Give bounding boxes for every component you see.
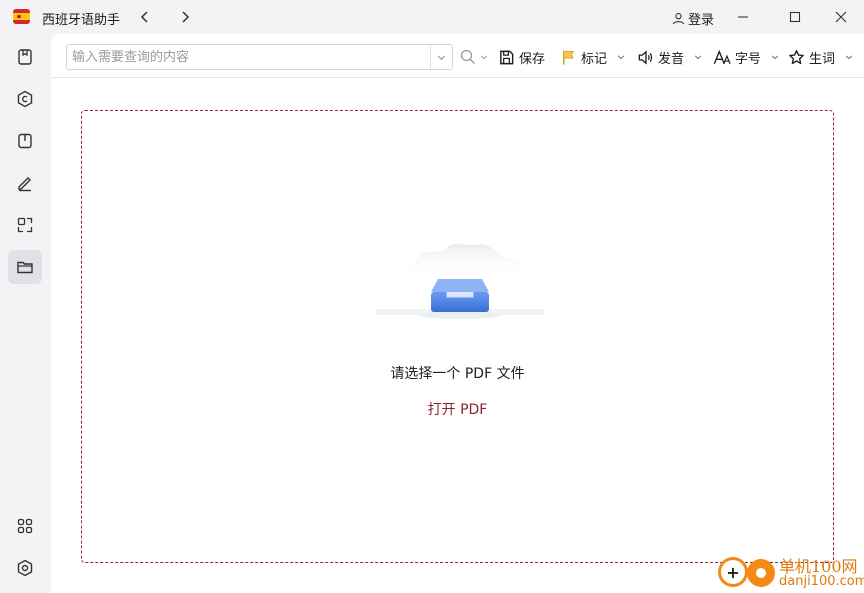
save-icon [500,50,514,64]
login-button[interactable]: 登录 [672,9,714,28]
login-label: 登录 [688,13,715,28]
sidebar-item-bookmark[interactable] [8,40,42,74]
save-button[interactable]: 保存 [498,46,545,68]
chevron-down-icon [694,55,702,60]
minimize-button[interactable] [728,4,758,30]
pdf-drop-zone[interactable]: 请选择一个 PDF 文件 打开 PDF [81,110,834,563]
minimize-icon [738,16,748,18]
speaker-icon [638,49,653,65]
open-pdf-link[interactable]: 打开 PDF [82,399,833,419]
select-pdf-prompt: 请选择一个 PDF 文件 [390,366,525,382]
main-panel: 保存 标记 发音 字号 生词 [51,34,864,593]
sidebar-item-edit[interactable] [8,166,42,200]
back-button[interactable] [134,6,156,28]
sidebar-item-pdf[interactable] [8,250,42,284]
close-icon [835,11,847,23]
plus-icon: + [718,557,748,587]
close-button[interactable] [826,4,856,30]
sidebar-item-copyright[interactable] [8,82,42,116]
book-icon [18,133,32,149]
search-icon [460,49,475,64]
app-title: 西班牙语助手 [42,13,121,28]
mark-button[interactable]: 标记 [560,46,625,68]
search-input[interactable] [67,45,429,69]
title-bar: 西班牙语助手 登录 [0,0,864,34]
settings-hex-icon [17,559,33,577]
sidebar-item-book[interactable] [8,124,42,158]
bookmark-icon [18,49,32,65]
mark-label: 标记 [581,51,608,67]
vocabulary-label: 生词 [809,51,836,67]
app-logo [13,9,30,24]
voice-button[interactable]: 发音 [637,46,702,68]
search-box [66,44,453,70]
watermark-logo: + 单机100网 danji100.com [716,552,864,593]
target-icon [747,559,775,587]
maximize-button[interactable] [780,4,810,30]
sidebar-item-apps[interactable] [8,509,42,543]
scan-document-icon [17,217,33,233]
forward-button[interactable] [174,6,196,28]
watermark-domain: danji100.com [779,574,864,589]
copyright-icon [17,90,33,108]
font-size-label: 字号 [735,51,762,67]
sidebar-item-scan[interactable] [8,208,42,242]
pen-icon [18,177,31,192]
chevron-left-icon [140,11,148,23]
search-button[interactable] [460,46,488,68]
star-icon [789,49,804,64]
chevron-down-icon [845,55,853,60]
empty-tray-illustration [375,243,545,319]
font-size-icon [713,49,731,64]
chevron-down-icon [617,55,625,60]
sidebar-item-settings[interactable] [8,551,42,585]
user-icon [672,13,685,25]
font-size-button[interactable]: 字号 [713,46,779,68]
chevron-down-icon [771,55,779,60]
chevron-down-icon [480,55,488,60]
sidebar [0,34,50,593]
vocabulary-button[interactable]: 生词 [788,46,853,68]
toolbar: 保存 标记 发音 字号 生词 [51,34,864,78]
chevron-down-icon [437,55,446,60]
search-dropdown-button[interactable] [430,45,452,69]
save-label: 保存 [519,51,546,67]
chevron-right-icon [182,11,190,23]
voice-label: 发音 [658,51,685,67]
apps-grid-icon [17,518,33,534]
maximize-icon [789,11,801,23]
flag-icon [563,50,575,65]
folder-icon [17,261,33,274]
